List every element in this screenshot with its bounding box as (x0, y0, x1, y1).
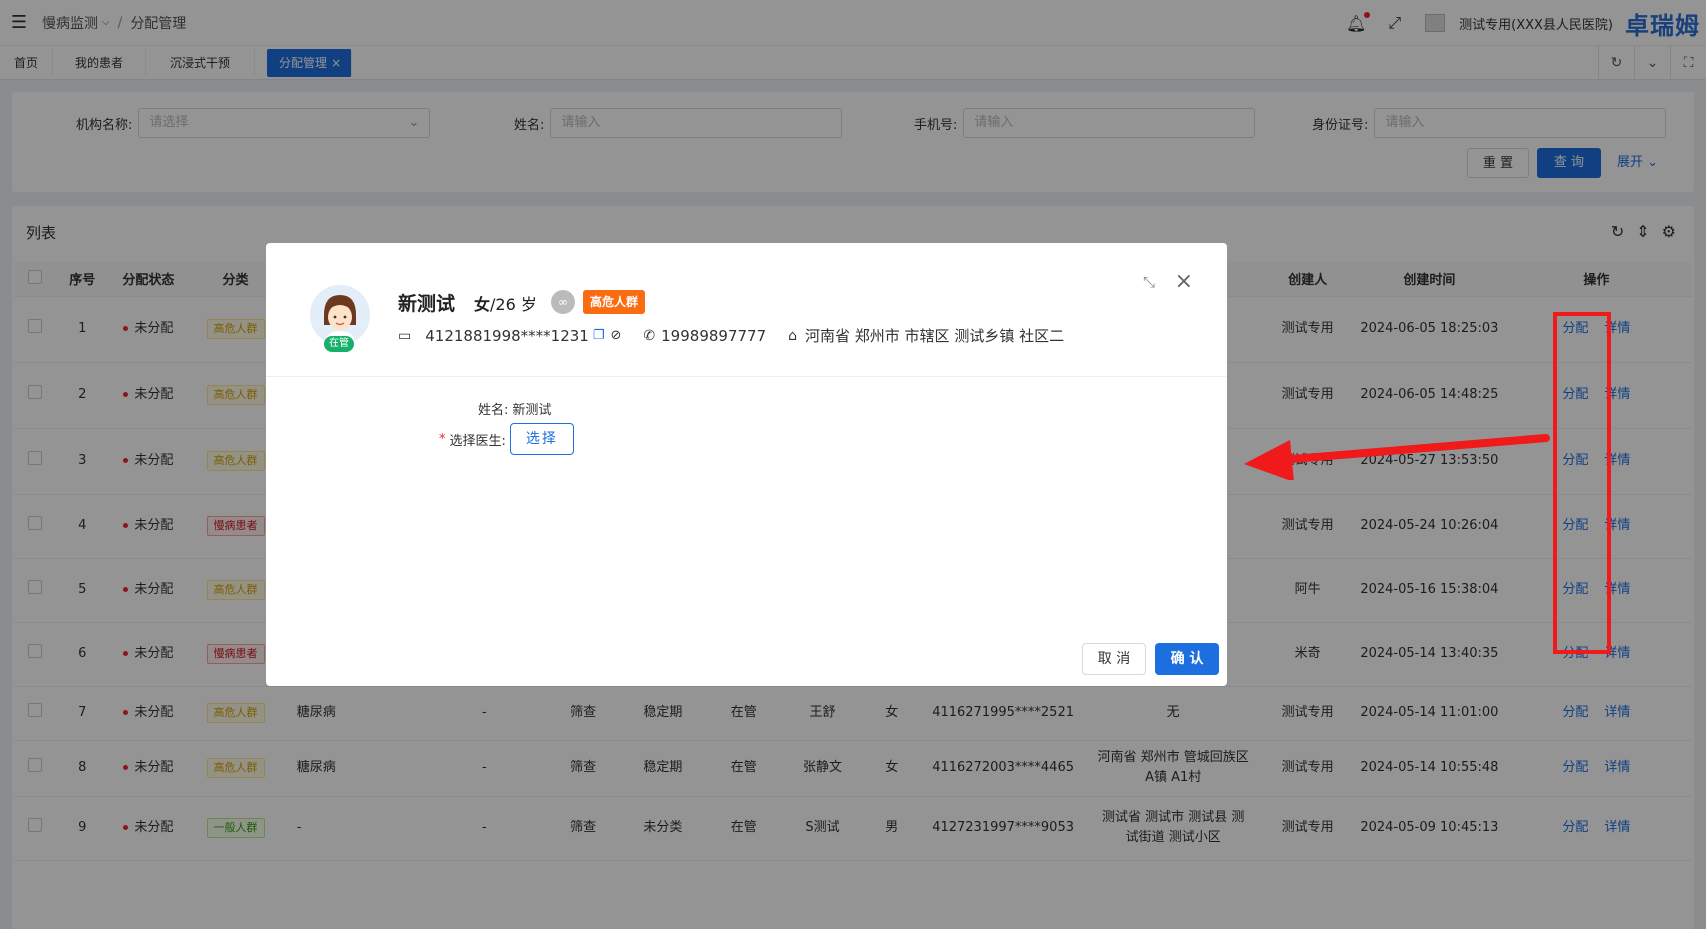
doctor-row: * 选择医生: 选择 (439, 423, 574, 455)
patient-gender-age: 女/26 岁 (474, 291, 537, 315)
name-value: 新测试 (512, 403, 552, 418)
patient-address: 河南省 郑州市 市辖区 测试乡镇 社区二 (805, 327, 1065, 345)
risk-badge: 高危人群 (583, 290, 646, 314)
patient-gender: 女 (474, 295, 491, 314)
avatar-status-badge: 在管 (324, 336, 354, 352)
annotation-highlight-box (1553, 312, 1611, 654)
link-icon[interactable]: ∞ (551, 290, 575, 314)
expand-icon[interactable]: ⤡ (1143, 273, 1155, 291)
doctor-label: 选择医生: (449, 433, 506, 449)
confirm-button[interactable]: 确 认 (1155, 643, 1219, 675)
cancel-button[interactable]: 取 消 (1082, 643, 1146, 675)
close-icon[interactable]: × (1175, 269, 1193, 294)
id-card-icon: ▭ (398, 327, 412, 344)
annotation-arrow-icon (1244, 434, 1550, 480)
copy-icon[interactable]: ❐ (593, 328, 605, 343)
name-row: 姓名: 新测试 (478, 399, 551, 418)
eye-off-icon[interactable]: ⊘ (611, 328, 622, 343)
patient-phone: 19989897777 (661, 326, 767, 345)
name-label: 姓名: (478, 403, 509, 418)
patient-header: 在管 新测试 女/26 岁 ∞ 高危人群 ▭ 4121881998****123… (266, 243, 1227, 377)
home-icon: ⌂ (788, 327, 798, 344)
required-mark: * (439, 431, 446, 447)
patient-info-line: ▭ 4121881998****1231 ❐ ⊘ ✆ 19989897777 ⌂… (398, 325, 1064, 346)
patient-name: 新测试 (398, 293, 456, 315)
choose-doctor-button[interactable]: 选择 (509, 423, 574, 455)
phone-icon: ✆ (643, 327, 656, 344)
assign-modal: 在管 新测试 女/26 岁 ∞ 高危人群 ▭ 4121881998****123… (266, 243, 1227, 686)
patient-age: /26 岁 (490, 295, 537, 314)
patient-id-number: 4121881998****1231 (425, 326, 589, 345)
